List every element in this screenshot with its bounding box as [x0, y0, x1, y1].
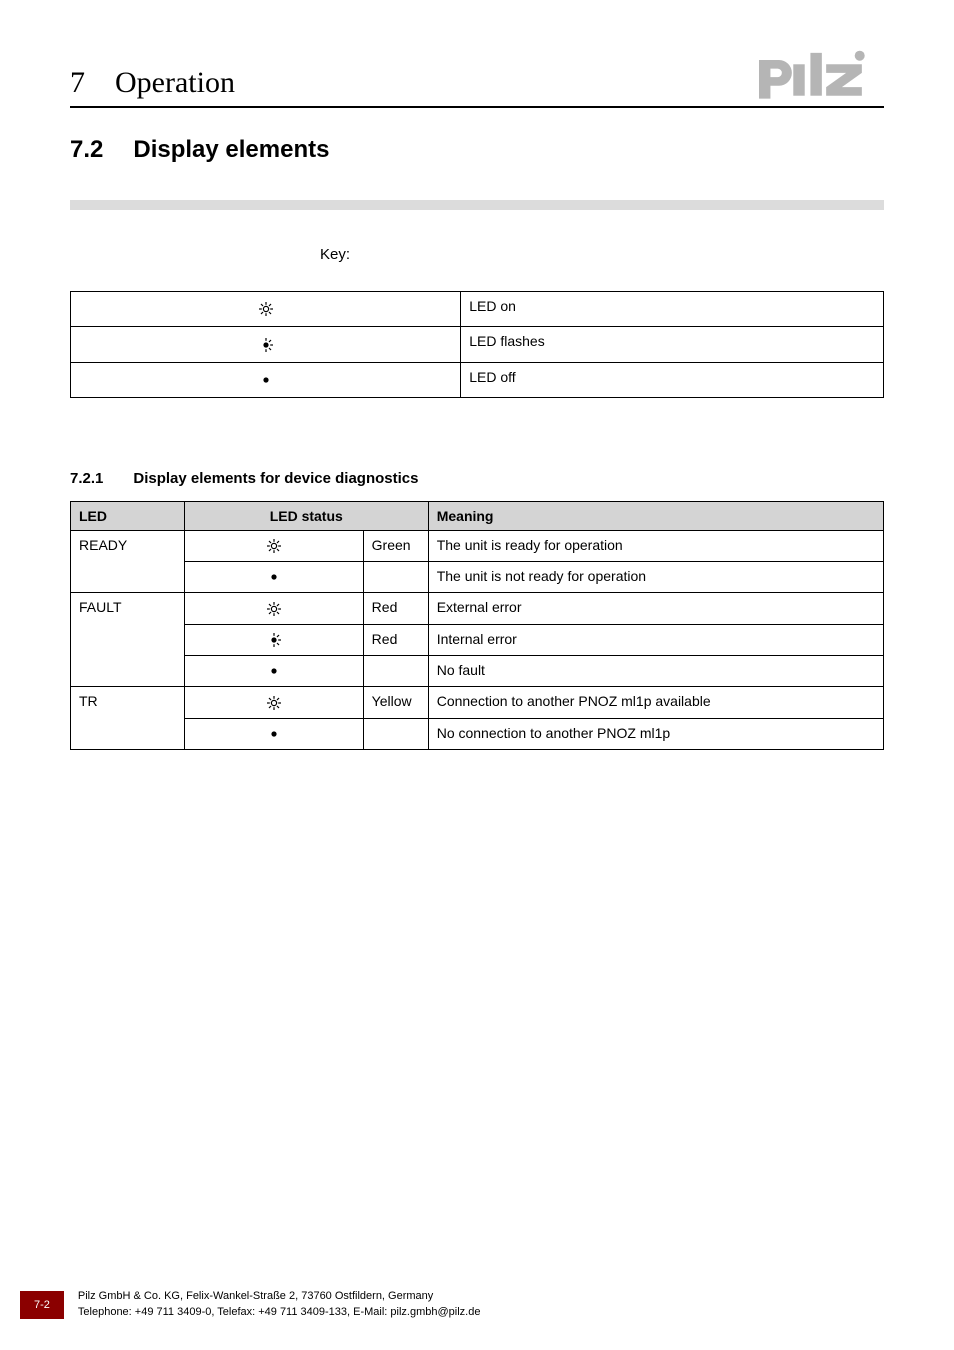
led-color: Red — [363, 593, 428, 624]
key-table: LED on LED flashes LED off — [70, 291, 884, 398]
led-meaning: Internal error — [428, 624, 883, 655]
table-row: Red Internal error — [71, 624, 884, 655]
diagnostics-table: LED LED status Meaning READY Green The u… — [70, 501, 884, 750]
footer-text: Pilz GmbH & Co. KG, Felix-Wankel-Straße … — [78, 1289, 481, 1320]
led-color: Green — [363, 530, 428, 561]
page-header: 7 Operation — [70, 50, 884, 100]
col-header-meaning: Meaning — [428, 501, 883, 530]
col-header-led: LED — [71, 501, 185, 530]
pilz-logo — [754, 50, 884, 100]
col-header-status: LED status — [184, 501, 428, 530]
table-row: LED on — [71, 292, 884, 327]
led-name: FAULT — [71, 593, 185, 687]
led-off-icon — [184, 718, 363, 749]
key-label: Key: — [320, 246, 884, 263]
key-desc: LED flashes — [461, 327, 884, 362]
key-desc: LED on — [461, 292, 884, 327]
led-on-icon — [184, 687, 363, 718]
section-number: 7.2 — [70, 136, 103, 164]
table-row: The unit is not ready for operation — [71, 562, 884, 593]
section-title: Display elements — [133, 136, 329, 164]
led-color — [363, 562, 428, 593]
key-desc: LED off — [461, 362, 884, 397]
table-row: FAULT Red External error — [71, 593, 884, 624]
chapter-number: 7 — [70, 66, 85, 100]
subsection-title: Display elements for device diagnostics — [133, 470, 418, 487]
led-meaning: The unit is not ready for operation — [428, 562, 883, 593]
table-header-row: LED LED status Meaning — [71, 501, 884, 530]
subsection-heading: 7.2.1 Display elements for device diagno… — [70, 470, 884, 487]
table-row: No connection to another PNOZ ml1p — [71, 718, 884, 749]
led-color — [363, 718, 428, 749]
led-meaning: No connection to another PNOZ ml1p — [428, 718, 883, 749]
footer-line1: Pilz GmbH & Co. KG, Felix-Wankel-Straße … — [78, 1289, 481, 1304]
led-color — [363, 656, 428, 687]
led-off-icon — [184, 562, 363, 593]
led-color: Red — [363, 624, 428, 655]
page-number-badge: 7-2 — [20, 1291, 64, 1319]
led-meaning: The unit is ready for operation — [428, 530, 883, 561]
led-off-icon — [71, 362, 461, 397]
led-flash-icon — [184, 624, 363, 655]
subsection-number: 7.2.1 — [70, 470, 103, 487]
led-name: TR — [71, 687, 185, 750]
section-divider-bar — [70, 200, 884, 210]
page-footer: 7-2 Pilz GmbH & Co. KG, Felix-Wankel-Str… — [0, 1289, 954, 1320]
table-row: TR Yellow Connection to another PNOZ ml1… — [71, 687, 884, 718]
led-meaning: External error — [428, 593, 883, 624]
led-name: READY — [71, 530, 185, 593]
led-on-icon — [184, 593, 363, 624]
section-heading: 7.2 Display elements — [70, 136, 884, 164]
table-row: LED flashes — [71, 327, 884, 362]
chapter-line: 7 Operation — [70, 66, 235, 100]
footer-line2: Telephone: +49 711 3409-0, Telefax: +49 … — [78, 1305, 481, 1320]
led-on-icon — [184, 530, 363, 561]
table-row: READY Green The unit is ready for operat… — [71, 530, 884, 561]
table-row: LED off — [71, 362, 884, 397]
led-meaning: Connection to another PNOZ ml1p availabl… — [428, 687, 883, 718]
header-rule — [70, 106, 884, 108]
led-off-icon — [184, 656, 363, 687]
led-meaning: No fault — [428, 656, 883, 687]
chapter-title: Operation — [115, 66, 235, 100]
led-on-icon — [71, 292, 461, 327]
led-color: Yellow — [363, 687, 428, 718]
table-row: No fault — [71, 656, 884, 687]
led-flash-icon — [71, 327, 461, 362]
